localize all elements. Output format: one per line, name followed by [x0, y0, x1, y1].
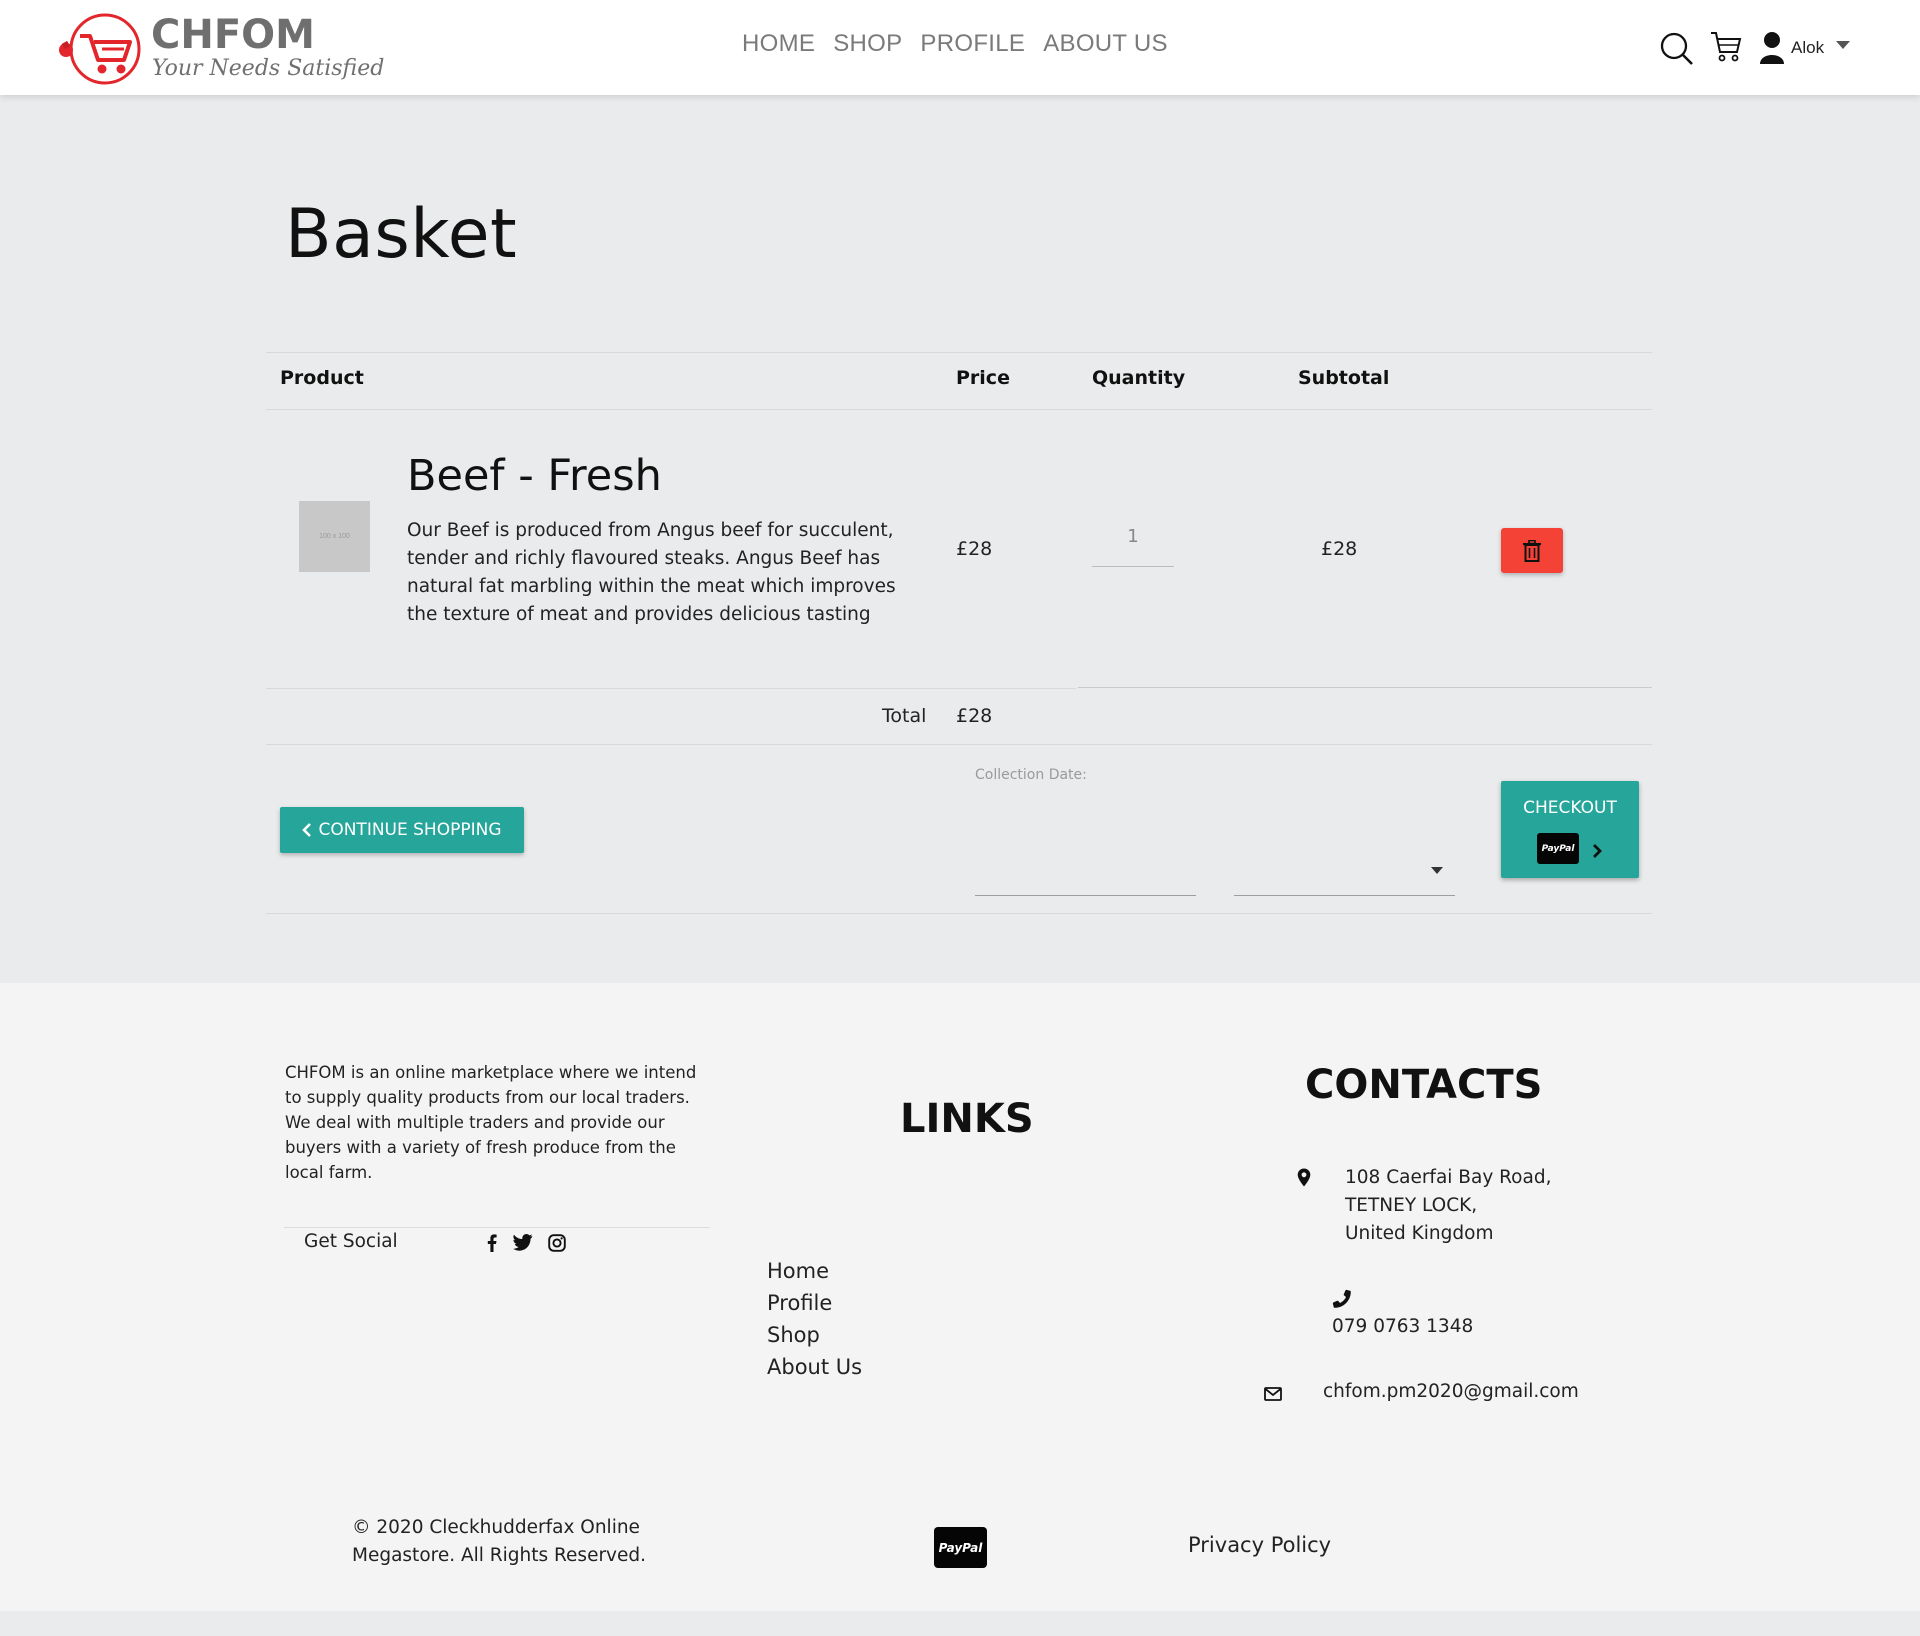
paypal-logo: PayPal [1537, 833, 1579, 864]
cart-icon[interactable] [1710, 30, 1742, 64]
brand-logo[interactable]: CHFOM Your Needs Satisfied [58, 10, 384, 88]
user-name[interactable]: Alok [1791, 38, 1824, 58]
contact-address: 108 Caerfai Bay Road, TETNEY LOCK, Unite… [1345, 1164, 1551, 1248]
row-divider-right [1078, 687, 1652, 688]
footer: CHFOM is an online marketplace where we … [0, 983, 1920, 1611]
footer-links: Home Profile Shop About Us [767, 1255, 862, 1383]
address-line-3: United Kingdom [1345, 1223, 1494, 1244]
search-icon[interactable] [1659, 31, 1694, 66]
address-line-1: 108 Caerfai Bay Road, [1345, 1167, 1552, 1188]
footer-link-shop[interactable]: Shop [767, 1319, 862, 1351]
total-value: £28 [956, 705, 993, 727]
page-title: Basket [285, 195, 518, 274]
copyright-text: © 2020 Cleckhudderfax Online Megastore. … [352, 1514, 646, 1570]
collection-date-underline [975, 895, 1196, 896]
paypal-footer-logo: PayPal [934, 1527, 987, 1568]
collection-date-label: Collection Date: [975, 767, 1087, 783]
copyright-line-2: Megastore. All Rights Reserved. [352, 1545, 647, 1566]
privacy-policy-link[interactable]: Privacy Policy [1188, 1533, 1331, 1557]
phone-icon [1332, 1289, 1351, 1308]
table-header-divider [266, 409, 1652, 410]
basket-bottom-divider [266, 913, 1652, 914]
page-bottom-strip [0, 1611, 1920, 1636]
delete-item-button[interactable] [1501, 528, 1563, 573]
total-divider [266, 744, 1652, 745]
map-pin-icon [1297, 1168, 1311, 1187]
copyright-line-1: © 2020 Cleckhudderfax Online [352, 1517, 640, 1538]
paypal-logo-text: PayPal [1541, 843, 1575, 854]
checkout-button[interactable]: CHECKOUT PayPal [1501, 781, 1639, 878]
instagram-icon[interactable] [548, 1234, 566, 1252]
facebook-icon[interactable] [487, 1234, 497, 1252]
links-heading: LINKS [900, 1096, 1034, 1142]
checkout-label: CHECKOUT [1523, 798, 1617, 818]
trash-icon [1523, 539, 1541, 562]
twitter-icon[interactable] [513, 1234, 533, 1251]
contact-email[interactable]: chfom.pm2020@gmail.com [1323, 1381, 1579, 1402]
nav-shop-link[interactable]: SHOP [833, 30, 902, 58]
caret-down-icon[interactable] [1836, 41, 1850, 49]
nav-profile-link[interactable]: PROFILE [920, 30, 1025, 58]
column-header-quantity: Quantity [1092, 367, 1186, 389]
thumbnail-placeholder-text: 100 x 100 [319, 533, 350, 540]
collection-date-input[interactable] [975, 845, 1196, 895]
brand-name: CHFOM [151, 12, 315, 58]
footer-link-about[interactable]: About Us [767, 1351, 862, 1383]
product-subtotal: £28 [1321, 538, 1358, 560]
row-divider-left [266, 688, 1076, 689]
address-line-2: TETNEY LOCK, [1345, 1195, 1478, 1216]
column-header-subtotal: Subtotal [1298, 367, 1390, 389]
caret-down-icon [1431, 867, 1443, 874]
total-label: Total [882, 705, 927, 727]
social-divider [284, 1227, 710, 1228]
footer-about-text: CHFOM is an online marketplace where we … [285, 1063, 697, 1182]
product-price: £28 [956, 538, 993, 560]
contacts-heading: CONTACTS [1305, 1062, 1543, 1108]
footer-link-profile[interactable]: Profile [767, 1287, 862, 1319]
column-header-product: Product [280, 367, 364, 389]
collection-slot-select[interactable] [1234, 845, 1455, 896]
main-nav: HOME SHOP PROFILE ABOUT US [742, 30, 1168, 58]
nav-home-link[interactable]: HOME [742, 30, 815, 58]
product-description: Our Beef is produced from Angus beef for… [407, 520, 896, 625]
table-top-divider [266, 352, 1652, 353]
contact-phone: 079 0763 1348 [1332, 1316, 1474, 1337]
paypal-footer-text: PayPal [938, 1540, 983, 1555]
basket-page: Basket Product Price Quantity Subtotal 1… [0, 95, 1920, 983]
user-icon[interactable] [1759, 31, 1785, 64]
quantity-input[interactable] [1092, 515, 1174, 567]
chevron-right-icon [1593, 844, 1602, 858]
envelope-icon [1264, 1387, 1282, 1401]
column-header-price: Price [956, 367, 1010, 389]
product-name: Beef - Fresh [407, 451, 662, 501]
continue-shopping-button[interactable]: CONTINUE SHOPPING [280, 807, 524, 853]
get-social-label: Get Social [304, 1231, 398, 1252]
footer-link-home[interactable]: Home [767, 1255, 862, 1287]
cart-logo-icon [59, 13, 141, 85]
brand-tagline: Your Needs Satisfied [152, 56, 385, 81]
product-thumbnail: 100 x 100 [299, 501, 370, 572]
nav-about-link[interactable]: ABOUT US [1043, 30, 1168, 58]
continue-shopping-label: CONTINUE SHOPPING [318, 820, 502, 840]
navbar: CHFOM Your Needs Satisfied HOME SHOP PRO… [0, 0, 1920, 95]
chevron-left-icon [302, 823, 312, 837]
